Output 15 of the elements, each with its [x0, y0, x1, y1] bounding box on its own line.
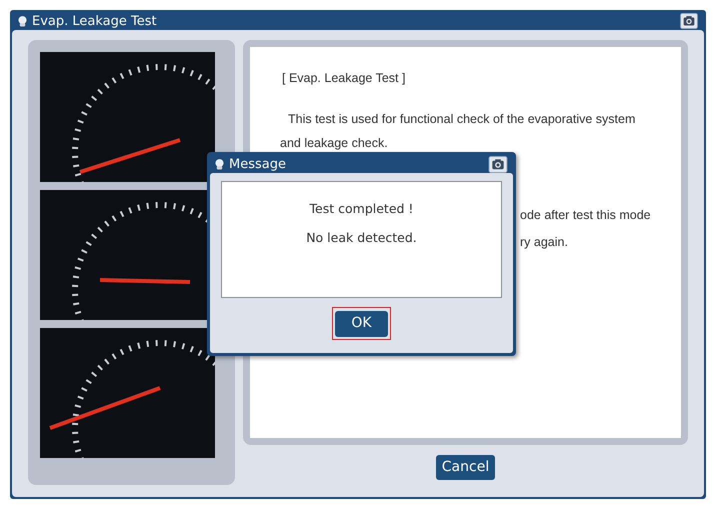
- info-text-line: This test is used for functional check of the evaporative system: [288, 112, 636, 126]
- info-text-line: ode after test this mode: [520, 208, 651, 222]
- dialog-title: Message: [229, 158, 286, 170]
- message-text: Test completed !: [310, 200, 414, 218]
- lamp-icon: [18, 16, 27, 26]
- info-heading: [ Evap. Leakage Test ]: [281, 70, 406, 87]
- window-title: Evap. Leakage Test: [32, 14, 157, 28]
- ok-button[interactable]: OK: [335, 310, 388, 336]
- camera-icon[interactable]: [488, 156, 508, 172]
- camera-icon[interactable]: [680, 13, 698, 29]
- info-text-line: and leakage check.: [280, 136, 388, 150]
- info-text-line: ry again.: [520, 234, 568, 249]
- cancel-button[interactable]: Cancel: [436, 455, 496, 480]
- message-text: No leak detected.: [306, 228, 417, 247]
- lamp-icon: [215, 158, 224, 170]
